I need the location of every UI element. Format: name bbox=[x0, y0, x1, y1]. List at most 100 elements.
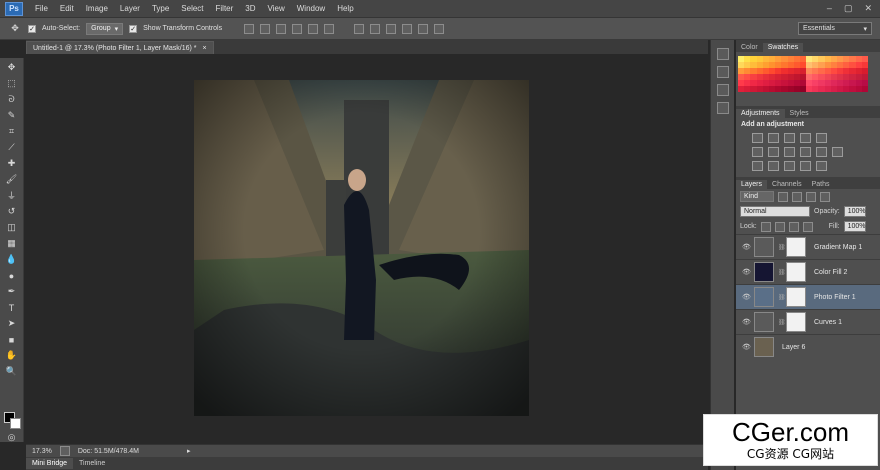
align-left-icon[interactable] bbox=[292, 23, 303, 34]
blend-mode-dropdown[interactable]: Normal bbox=[740, 206, 810, 217]
layer-mask-thumbnail[interactable] bbox=[786, 237, 806, 257]
auto-select-dropdown[interactable]: Group ▾ bbox=[86, 22, 124, 35]
link-chain-icon[interactable]: ⛓ bbox=[778, 244, 786, 251]
tab-styles[interactable]: Styles bbox=[785, 109, 814, 118]
distribute-vcenter-icon[interactable] bbox=[370, 23, 381, 34]
link-chain-icon[interactable]: ⛓ bbox=[778, 319, 786, 326]
lasso-tool-icon[interactable]: ᘐ bbox=[5, 92, 19, 107]
levels-icon[interactable] bbox=[768, 133, 779, 143]
layer-mask-thumbnail[interactable] bbox=[786, 312, 806, 332]
document-tab[interactable]: Untitled-1 @ 17.3% (Photo Filter 1, Laye… bbox=[26, 41, 214, 54]
canvas-area[interactable] bbox=[26, 54, 708, 442]
curves-icon[interactable] bbox=[784, 133, 795, 143]
gradient-tool-icon[interactable]: ▦ bbox=[5, 236, 19, 251]
layer-row[interactable]: 👁 ⛓ Curves 1 bbox=[736, 309, 880, 334]
path-selection-tool-icon[interactable]: ➤ bbox=[5, 316, 19, 331]
clone-stamp-tool-icon[interactable]: ⏚ bbox=[5, 188, 19, 203]
invert-icon[interactable] bbox=[752, 161, 763, 171]
exposure-icon[interactable] bbox=[800, 133, 811, 143]
color-balance-icon[interactable] bbox=[768, 147, 779, 157]
lock-position-icon[interactable] bbox=[788, 221, 799, 232]
history-brush-tool-icon[interactable]: ↺ bbox=[5, 204, 19, 219]
brush-tool-icon[interactable]: 🖌 bbox=[5, 172, 19, 187]
distribute-right-icon[interactable] bbox=[434, 23, 445, 34]
move-tool-preset-icon[interactable]: ✥ bbox=[8, 21, 22, 36]
crop-tool-icon[interactable]: ⌗ bbox=[5, 124, 19, 139]
pen-tool-icon[interactable]: ✒ bbox=[5, 284, 19, 299]
eyedropper-tool-icon[interactable]: ⟋ bbox=[5, 140, 19, 155]
gradient-map-icon[interactable] bbox=[800, 161, 811, 171]
hue-saturation-icon[interactable] bbox=[752, 147, 763, 157]
properties-panel-icon[interactable] bbox=[716, 66, 729, 78]
visibility-eye-icon[interactable]: 👁 bbox=[742, 243, 751, 251]
menu-file[interactable]: File bbox=[29, 4, 54, 13]
actions-panel-icon[interactable] bbox=[716, 84, 729, 96]
align-right-icon[interactable] bbox=[324, 23, 335, 34]
menu-type[interactable]: Type bbox=[146, 4, 175, 13]
filter-pixel-icon[interactable] bbox=[778, 191, 788, 202]
healing-brush-tool-icon[interactable]: ✚ bbox=[5, 156, 19, 171]
menu-edit[interactable]: Edit bbox=[54, 4, 80, 13]
distribute-top-icon[interactable] bbox=[354, 23, 365, 34]
layer-row[interactable]: 👁 ⛓ Photo Filter 1 bbox=[736, 284, 880, 309]
shape-tool-icon[interactable]: ■ bbox=[5, 332, 19, 347]
close-button[interactable]: ✕ bbox=[864, 3, 872, 14]
distribute-hcenter-icon[interactable] bbox=[418, 23, 429, 34]
history-panel-icon[interactable] bbox=[716, 48, 729, 60]
document-image[interactable] bbox=[194, 80, 529, 416]
quick-mask-icon[interactable]: ◎ bbox=[5, 430, 19, 445]
tab-layers[interactable]: Layers bbox=[736, 180, 768, 189]
type-tool-icon[interactable]: T bbox=[5, 300, 19, 315]
marquee-tool-icon[interactable]: ⬚ bbox=[5, 76, 19, 91]
tab-adjustments[interactable]: Adjustments bbox=[736, 109, 785, 118]
distribute-left-icon[interactable] bbox=[402, 23, 413, 34]
menu-layer[interactable]: Layer bbox=[114, 4, 146, 13]
link-chain-icon[interactable]: ⛓ bbox=[778, 269, 786, 276]
align-bottom-icon[interactable] bbox=[276, 23, 287, 34]
lock-image-icon[interactable] bbox=[774, 221, 785, 232]
auto-select-checkbox[interactable]: ✓ bbox=[28, 24, 36, 33]
hand-tool-icon[interactable]: ✋ bbox=[5, 348, 19, 363]
photo-filter-icon[interactable] bbox=[800, 147, 811, 157]
info-panel-icon[interactable] bbox=[716, 102, 729, 114]
visibility-eye-icon[interactable]: 👁 bbox=[742, 293, 751, 301]
filter-adjustment-icon[interactable] bbox=[792, 191, 802, 202]
zoom-level[interactable]: 17.3% bbox=[32, 448, 52, 455]
layer-thumbnail[interactable] bbox=[754, 237, 774, 257]
visibility-eye-icon[interactable]: 👁 bbox=[742, 318, 751, 326]
filter-shape-icon[interactable] bbox=[820, 191, 830, 202]
layer-mask-thumbnail[interactable] bbox=[786, 262, 806, 282]
menu-image[interactable]: Image bbox=[80, 4, 114, 13]
eraser-tool-icon[interactable]: ◫ bbox=[5, 220, 19, 235]
menu-select[interactable]: Select bbox=[175, 4, 209, 13]
brightness-contrast-icon[interactable] bbox=[752, 133, 763, 143]
align-vcenter-icon[interactable] bbox=[260, 23, 271, 34]
layer-thumbnail[interactable] bbox=[754, 337, 774, 357]
lock-transparent-icon[interactable] bbox=[760, 221, 771, 232]
status-info-icon[interactable] bbox=[59, 446, 70, 456]
visibility-eye-icon[interactable]: 👁 bbox=[742, 343, 751, 351]
selective-color-icon[interactable] bbox=[816, 161, 827, 171]
tab-mini-bridge[interactable]: Mini Bridge bbox=[26, 458, 74, 469]
black-white-icon[interactable] bbox=[784, 147, 795, 157]
minimize-button[interactable]: – bbox=[827, 3, 832, 14]
filter-type-icon[interactable] bbox=[806, 191, 816, 202]
vibrance-icon[interactable] bbox=[816, 133, 827, 143]
swatches-grid[interactable] bbox=[738, 56, 878, 92]
tab-color[interactable]: Color bbox=[736, 43, 763, 52]
swatch[interactable] bbox=[861, 86, 868, 92]
distribute-bottom-icon[interactable] bbox=[386, 23, 397, 34]
background-color-swatch[interactable] bbox=[10, 418, 21, 429]
layer-mask-thumbnail[interactable] bbox=[786, 287, 806, 307]
close-tab-icon[interactable]: × bbox=[203, 45, 207, 52]
color-lookup-icon[interactable] bbox=[832, 147, 843, 157]
quick-select-tool-icon[interactable]: ✎ bbox=[5, 108, 19, 123]
tab-channels[interactable]: Channels bbox=[767, 180, 807, 189]
menu-filter[interactable]: Filter bbox=[210, 4, 240, 13]
status-menu-arrow-icon[interactable]: ▸ bbox=[187, 447, 191, 455]
maximize-button[interactable]: ▢ bbox=[844, 3, 853, 14]
visibility-eye-icon[interactable]: 👁 bbox=[742, 268, 751, 276]
move-tool-icon[interactable]: ✥ bbox=[5, 60, 19, 75]
link-chain-icon[interactable]: ⛓ bbox=[778, 294, 786, 301]
menu-help[interactable]: Help bbox=[331, 4, 359, 13]
